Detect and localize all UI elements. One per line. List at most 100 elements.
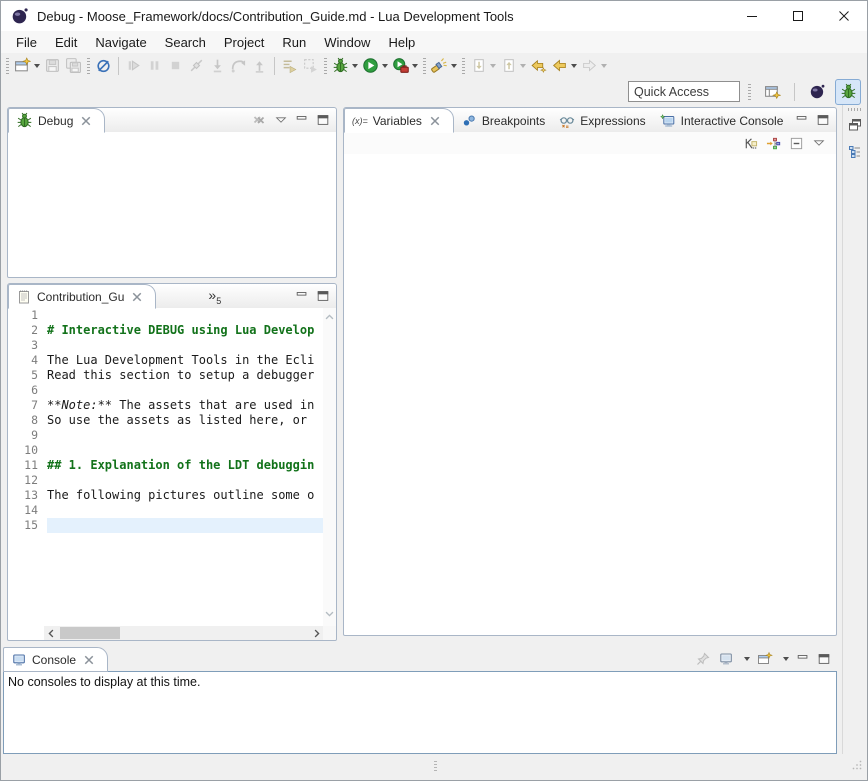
toolbar-drag-handle[interactable]: [87, 58, 90, 74]
minimize-view-button[interactable]: [295, 113, 309, 127]
toolbar-drag-handle[interactable]: [423, 58, 426, 74]
toolbar-drag-handle[interactable]: [462, 58, 465, 74]
menu-project[interactable]: Project: [215, 33, 273, 52]
show-logical-structures-button[interactable]: [766, 136, 781, 151]
minimize-view-button[interactable]: [796, 652, 810, 666]
dropdown-arrow[interactable]: [382, 64, 388, 68]
dropdown-arrow[interactable]: [412, 64, 418, 68]
tab-expressions[interactable]: Expressions: [552, 109, 652, 132]
editor-line-11[interactable]: 11## 1. Explanation of the LDT debuggin: [8, 458, 323, 473]
scroll-up-icon[interactable]: [324, 310, 335, 328]
last-edit-location-button[interactable]: [528, 53, 549, 79]
step-over-button[interactable]: [228, 53, 249, 79]
toolbar-drag-handle[interactable]: [6, 58, 9, 74]
dropdown-arrow[interactable]: [520, 64, 526, 68]
step-return-button[interactable]: [249, 53, 270, 79]
status-drag-handle[interactable]: [434, 761, 437, 773]
collapse-all-button[interactable]: [789, 136, 804, 151]
dropdown-arrow[interactable]: [352, 64, 358, 68]
new-wizard-button[interactable]: [12, 53, 42, 79]
editor-vertical-scrollbar[interactable]: [323, 308, 336, 626]
scroll-right-icon[interactable]: [309, 628, 323, 639]
open-console-button[interactable]: [757, 651, 773, 667]
tab-breakpoints[interactable]: Breakpoints: [454, 109, 552, 132]
outline-view-button[interactable]: [847, 144, 863, 165]
toolbar-drag-handle[interactable]: [324, 58, 327, 74]
dropdown-arrow[interactable]: [783, 657, 789, 661]
maximize-view-button[interactable]: [816, 113, 830, 127]
editor-line-10[interactable]: 10: [8, 443, 323, 458]
minimize-view-button[interactable]: [795, 113, 809, 127]
lua-perspective-button[interactable]: [804, 79, 830, 105]
editor-line-8[interactable]: 8So use the assets as listed here, or: [8, 413, 323, 428]
maximize-view-button[interactable]: [316, 113, 330, 127]
editor-horizontal-scrollbar[interactable]: [44, 626, 323, 640]
dropdown-arrow[interactable]: [744, 657, 750, 661]
save-button[interactable]: [42, 53, 63, 79]
maximize-view-button[interactable]: [817, 652, 831, 666]
quick-access-input[interactable]: [628, 81, 740, 102]
display-selected-console-button[interactable]: [718, 651, 734, 667]
dropdown-arrow[interactable]: [451, 64, 457, 68]
debug-button[interactable]: [330, 53, 360, 79]
save-all-button[interactable]: [63, 53, 84, 79]
scroll-down-icon[interactable]: [324, 606, 335, 624]
minimize-view-button[interactable]: [295, 289, 309, 303]
hidden-editors-indicator[interactable]: »5: [208, 287, 221, 306]
editor-line-7[interactable]: 7**Note:** The assets that are used in: [8, 398, 323, 413]
scrollbar-thumb[interactable]: [60, 627, 120, 639]
use-step-filters-button[interactable]: [279, 53, 300, 79]
open-perspective-button[interactable]: [759, 79, 785, 105]
dropdown-arrow[interactable]: [490, 64, 496, 68]
editor-line-5[interactable]: 5Read this section to setup a debugger: [8, 368, 323, 383]
previous-annotation-button[interactable]: [498, 53, 528, 79]
dropdown-arrow[interactable]: [601, 64, 607, 68]
disconnect-button[interactable]: [186, 53, 207, 79]
menu-run[interactable]: Run: [273, 33, 315, 52]
editor-line-3[interactable]: 3: [8, 338, 323, 353]
restore-view-button[interactable]: [847, 117, 863, 138]
strip-drag-handle[interactable]: [848, 108, 862, 111]
toolbar-drag-handle[interactable]: [748, 84, 751, 100]
menu-edit[interactable]: Edit: [46, 33, 86, 52]
console-content[interactable]: No consoles to display at this time.: [3, 671, 837, 754]
menu-window[interactable]: Window: [315, 33, 379, 52]
run-button[interactable]: [360, 53, 390, 79]
editor-line-1[interactable]: 1: [8, 308, 323, 323]
back-button[interactable]: [549, 53, 579, 79]
tab-interactive-console[interactable]: Interactive Console: [653, 109, 791, 132]
menu-file[interactable]: File: [7, 33, 46, 52]
editor-line-15[interactable]: 15: [8, 518, 323, 533]
close-icon[interactable]: [80, 115, 92, 127]
maximize-window-button[interactable]: [775, 1, 821, 31]
scroll-left-icon[interactable]: [44, 628, 58, 639]
view-menu-button[interactable]: [274, 113, 288, 127]
suspend-button[interactable]: [144, 53, 165, 79]
forward-button[interactable]: [579, 53, 609, 79]
close-icon[interactable]: [429, 115, 441, 127]
menu-help[interactable]: Help: [379, 33, 424, 52]
maximize-view-button[interactable]: [316, 289, 330, 303]
tab-contribution-guide[interactable]: Contribution_Gu: [8, 284, 156, 309]
variables-content[interactable]: [344, 154, 836, 635]
editor-line-14[interactable]: 14: [8, 503, 323, 518]
skip-all-breakpoints-button[interactable]: [93, 53, 114, 79]
pin-console-button[interactable]: [695, 651, 711, 667]
step-filters-config-button[interactable]: [300, 53, 321, 79]
tab-debug[interactable]: Debug: [8, 108, 105, 133]
close-icon[interactable]: [131, 291, 143, 303]
dropdown-arrow[interactable]: [571, 64, 577, 68]
window-resize-grip[interactable]: [850, 758, 864, 777]
minimize-window-button[interactable]: [729, 1, 775, 31]
editor-code-area[interactable]: 12# Interactive DEBUG using Lua Develop3…: [8, 308, 323, 626]
terminate-button[interactable]: [165, 53, 186, 79]
tab-variables[interactable]: (x)= Variables: [344, 108, 454, 133]
editor-line-4[interactable]: 4The Lua Development Tools in the Ecli: [8, 353, 323, 368]
close-window-button[interactable]: [821, 1, 867, 31]
flashlight-button[interactable]: [429, 53, 459, 79]
editor-line-13[interactable]: 13The following pictures outline some o: [8, 488, 323, 503]
run-external-tools-button[interactable]: [390, 53, 420, 79]
resume-button[interactable]: [123, 53, 144, 79]
editor-line-6[interactable]: 6: [8, 383, 323, 398]
tab-console[interactable]: Console: [3, 647, 108, 672]
